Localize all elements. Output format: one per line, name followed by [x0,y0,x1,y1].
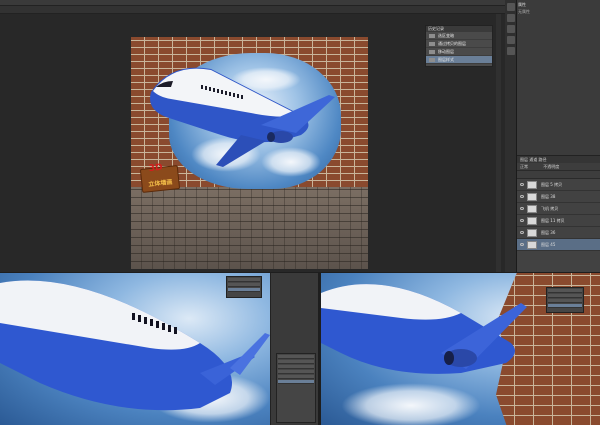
visibility-eye-icon[interactable] [520,195,524,198]
lock-row[interactable] [517,171,600,179]
panel-icon-column [505,0,517,272]
properties-subtitle: 无属性 [518,9,530,14]
history-item-label: 通过拷贝的图层 [438,41,466,46]
mini-history-item[interactable] [548,289,582,293]
history-thumb-icon [429,42,435,46]
closeup-screenshot-left [0,273,318,425]
layer-thumbnail [527,205,537,213]
layer-thumbnail [527,181,537,189]
options-bar[interactable] [0,6,505,14]
layer-name: 图层 45 [541,242,556,247]
closeup-screenshot-right [321,273,600,425]
layer-thumbnail [527,229,537,237]
history-item-label: 移动图层 [438,49,454,54]
layer-thumbnail [527,193,537,201]
mini-layer-row[interactable] [278,355,314,359]
blend-row[interactable]: 正常 不透明度 [517,163,600,171]
wooden-sign: 3D 立体墙画 [139,162,181,193]
visibility-eye-icon[interactable] [520,219,524,222]
layer-name: 图层 38 [541,194,556,199]
layer-row[interactable]: 图层 38 [517,191,600,203]
history-item[interactable]: 移动图层 [426,48,492,56]
mini-layer-row[interactable] [278,365,314,369]
layers-panel-mini[interactable] [276,353,316,423]
mini-history-item-selected[interactable] [548,304,582,308]
properties-title: 属性 [518,2,526,7]
panel-toggle-icon[interactable] [507,47,515,55]
panel-toggle-icon[interactable] [507,14,515,22]
layer-row[interactable]: 图层 11 拷贝 [517,215,600,227]
vertical-scrollbar[interactable] [496,14,501,272]
layer-name: 图层 36 [541,230,556,235]
airplane-illustration [150,67,335,167]
history-item[interactable]: 选区变暗 [426,32,492,40]
history-item-selected[interactable]: 图层样式 [426,56,492,64]
visibility-eye-icon[interactable] [520,231,524,234]
history-item-label: 选区变暗 [438,33,454,38]
history-item[interactable]: 通过拷贝的图层 [426,40,492,48]
mini-layer-row-selected[interactable] [278,380,314,384]
layer-thumbnail [527,217,537,225]
layer-name: 图层 11 拷贝 [541,218,565,223]
mini-history-item-selected[interactable] [228,288,260,292]
sign-3d-label: 3D [148,162,164,175]
visibility-eye-icon[interactable] [520,207,524,210]
mini-layer-row[interactable] [278,360,314,364]
layer-row-selected[interactable]: 图层 45 [517,239,600,251]
mini-history-item[interactable] [228,278,260,282]
layer-row[interactable]: 图层 5 拷贝 [517,179,600,191]
mini-history-item[interactable] [548,299,582,303]
sign-label: 立体墙画 [148,178,173,189]
layers-tabs[interactable]: 图层 通道 路径 [517,156,600,163]
history-thumb-icon [429,50,435,54]
mini-history-item[interactable] [548,294,582,298]
layers-panel[interactable]: 图层 通道 路径 正常 不透明度 图层 5 拷贝 图层 38 飞机 拷贝 图层 … [517,155,600,272]
layer-name: 飞机 拷贝 [541,206,559,211]
visibility-eye-icon[interactable] [520,243,524,246]
layer-name: 图层 5 拷贝 [541,182,563,187]
opacity-label: 不透明度 [543,164,560,169]
layer-thumbnail [527,241,537,249]
mini-layer-row[interactable] [278,375,314,379]
layer-row[interactable]: 飞机 拷贝 [517,203,600,215]
panel-toggle-icon[interactable] [507,25,515,33]
history-thumb-icon [429,34,435,38]
mini-history-item[interactable] [228,283,260,287]
panel-toggle-icon[interactable] [507,3,515,11]
history-thumb-icon [429,58,435,62]
history-item-label: 图层样式 [438,57,454,62]
visibility-eye-icon[interactable] [520,183,524,186]
history-panel-mini[interactable] [226,276,262,298]
history-panel[interactable]: 历史记录 选区变暗 通过拷贝的图层 移动图层 图层样式 [425,25,493,67]
mini-layer-row[interactable] [278,370,314,374]
document-canvas[interactable]: 3D 立体墙画 [131,37,368,269]
layer-row[interactable]: 图层 36 [517,227,600,239]
panel-toggle-icon[interactable] [507,36,515,44]
history-panel-mini[interactable] [546,287,584,313]
blend-mode-select[interactable]: 正常 [520,164,528,169]
photoshop-window: 3D 立体墙画 历史记录 选区变暗 通过拷贝的图层 移动图层 图层样式 属性 无… [0,0,600,272]
